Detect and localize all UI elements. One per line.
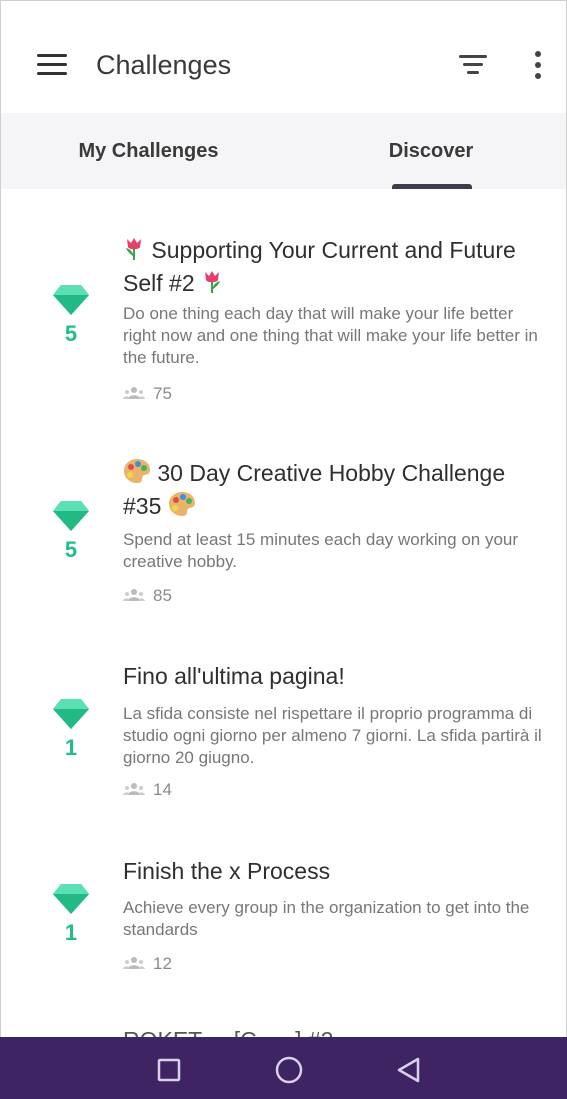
- recents-square-icon[interactable]: [152, 1053, 186, 1087]
- members-count: 85: [153, 586, 172, 605]
- challenge-title: Fino all'ultima pagina!: [123, 663, 345, 689]
- challenge-title: 30 Day Creative Hobby Challenge #35: [123, 458, 548, 524]
- challenge-members: 85: [123, 585, 172, 608]
- hamburger-icon[interactable]: [31, 45, 71, 85]
- challenge-members: 75: [123, 383, 172, 406]
- gem-badge: 1: [49, 882, 93, 946]
- gem-icon: [53, 285, 89, 315]
- challenge-members: 12: [123, 953, 172, 976]
- challenge-card[interactable]: 5 Supporting Your Current and Future Sel…: [1, 231, 566, 421]
- gem-icon: [53, 501, 89, 531]
- members-icon: [123, 384, 145, 406]
- system-nav-bar: [0, 1037, 567, 1099]
- tab-selected-indicator: [392, 184, 472, 189]
- tulip-icon: [123, 237, 145, 268]
- filter-icon[interactable]: [453, 45, 493, 85]
- gem-badge: 5: [49, 283, 93, 347]
- challenge-card[interactable]: 1 Fino all'ultima pagina! La sfida consi…: [1, 661, 566, 811]
- challenge-card[interactable]: 1 Finish the x Process Achieve every gro…: [1, 856, 566, 986]
- challenge-title: Finish the x Process: [123, 858, 331, 884]
- artist-palette-icon: [168, 491, 196, 524]
- more-vert-icon[interactable]: [521, 45, 555, 85]
- tulip-icon: [201, 270, 223, 301]
- gem-count: 1: [64, 920, 78, 945]
- app-bar: Challenges: [1, 1, 566, 113]
- gem-badge: 1: [49, 697, 93, 761]
- tab-bar: My Challenges Discover: [1, 113, 566, 189]
- gem-count: 5: [64, 321, 78, 346]
- home-circle-icon[interactable]: [272, 1053, 306, 1087]
- gem-count: 1: [64, 735, 78, 760]
- challenge-card[interactable]: 5 30 Day Creative Hobby Challenge #35 Sp…: [1, 456, 566, 626]
- challenge-description: Do one thing each day that will make you…: [123, 304, 538, 367]
- challenge-description: La sfida consiste nel rispettare il prop…: [123, 704, 542, 767]
- members-count: 75: [153, 384, 172, 403]
- members-icon: [123, 780, 145, 802]
- challenge-title: Supporting Your Current and Future Self …: [123, 235, 543, 301]
- challenge-description: Achieve every group in the organization …: [123, 898, 530, 939]
- challenge-description: Spend at least 15 minutes each day worki…: [123, 530, 519, 571]
- challenge-members: 14: [123, 779, 172, 802]
- members-icon: [123, 954, 145, 976]
- gem-icon: [53, 884, 89, 914]
- gem-badge: 5: [49, 499, 93, 563]
- back-triangle-icon[interactable]: [392, 1053, 426, 1087]
- artist-palette-icon: [123, 458, 151, 491]
- members-icon: [123, 586, 145, 608]
- gem-icon: [53, 699, 89, 729]
- members-count: 12: [153, 954, 172, 973]
- tab-discover[interactable]: Discover: [301, 113, 561, 189]
- tab-my-challenges[interactable]: My Challenges: [21, 113, 276, 189]
- app-screen: Challenges My Challenges Discover 5 Supp…: [0, 0, 567, 1099]
- gem-count: 5: [64, 537, 78, 562]
- page-title: Challenges: [96, 50, 232, 80]
- members-count: 14: [153, 780, 172, 799]
